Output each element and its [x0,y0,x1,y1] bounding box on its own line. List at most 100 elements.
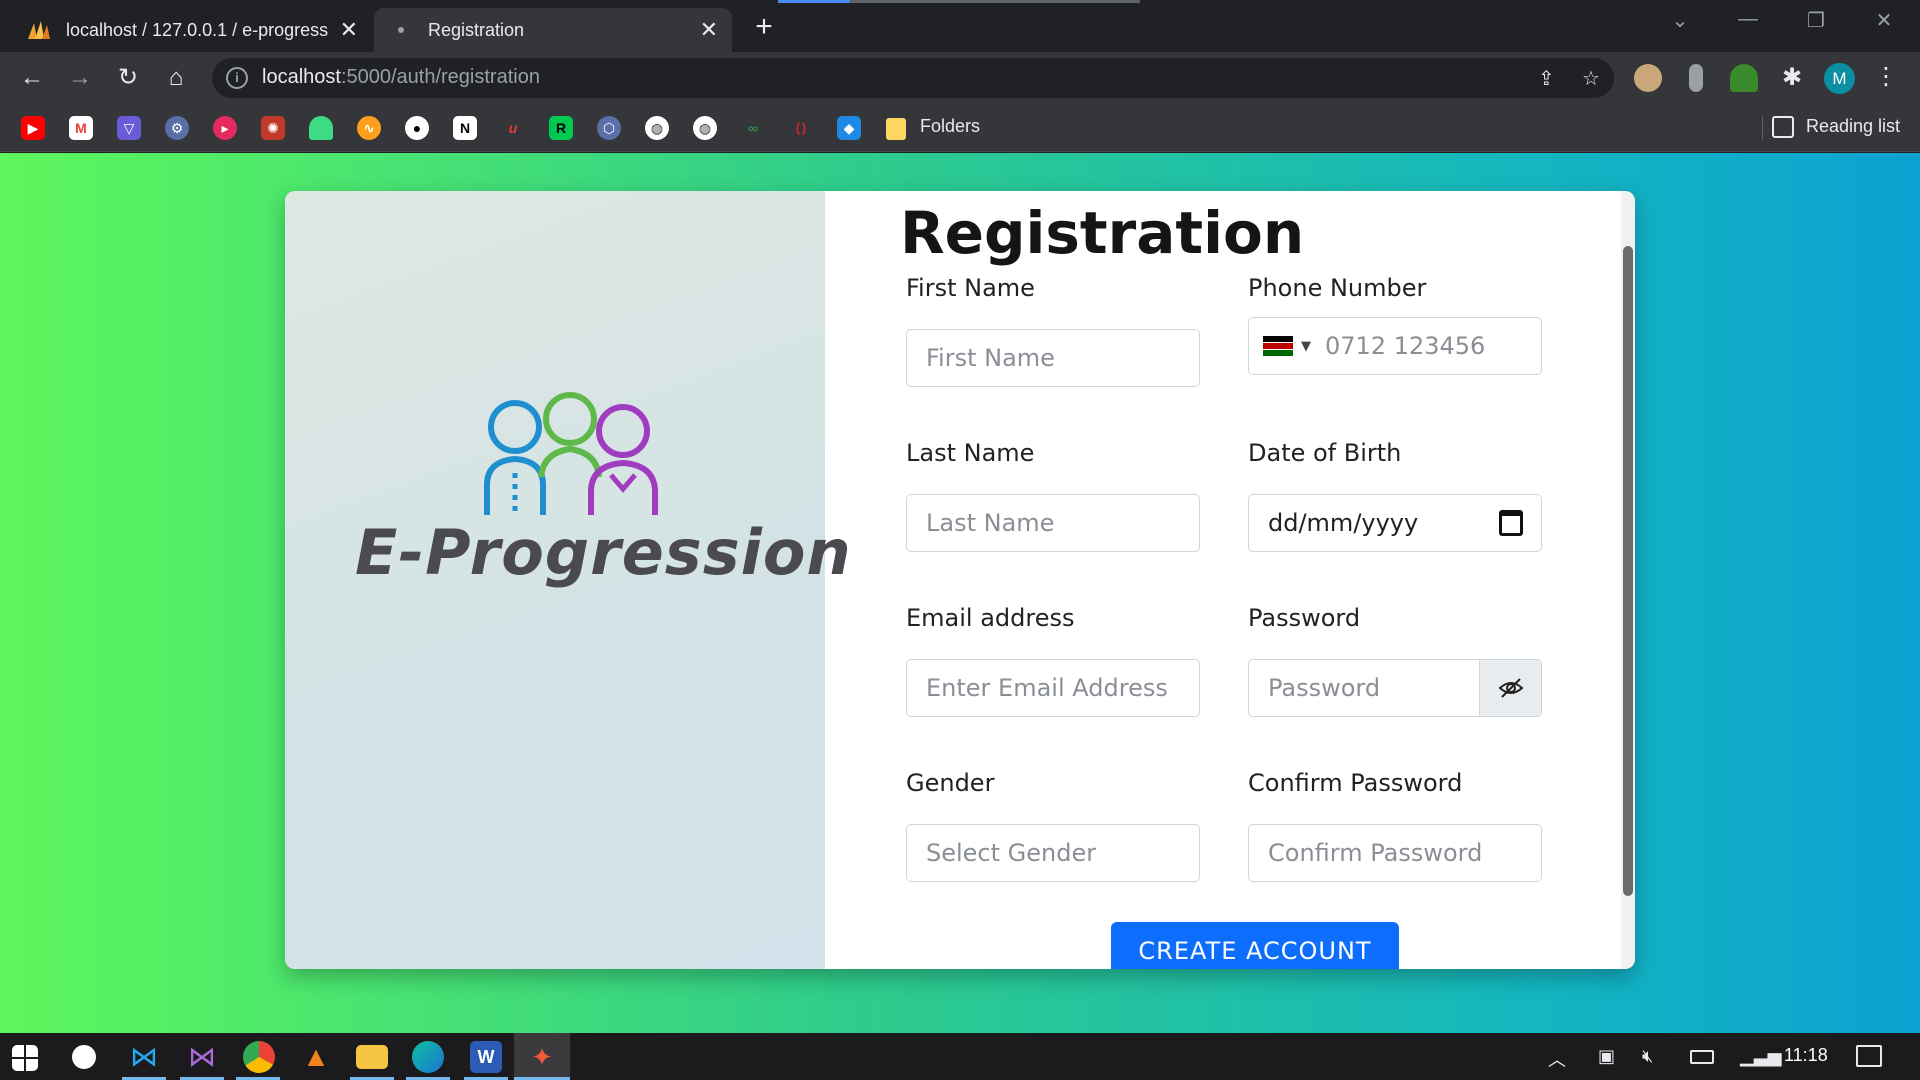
first-name-placeholder: First Name [926,344,1055,372]
confirm-password-input[interactable]: Confirm Password [1248,824,1542,882]
tab-title: localhost / 127.0.0.1 / e-progress [66,19,329,40]
geeksforgeeks-icon[interactable]: ∞ [741,116,765,140]
extension-tree-icon[interactable] [1730,64,1758,92]
email-label: Email address [906,604,1075,632]
network-signal-icon[interactable]: ▁▃▅ [1740,1046,1782,1067]
address-bar[interactable]: i localhost:5000/auth/registration ⇪ ☆ [212,58,1614,98]
play-icon[interactable]: ▸ [213,116,237,140]
bookmark-star-icon[interactable]: ☆ [1582,66,1600,91]
cube-icon[interactable]: ◆ [837,116,861,140]
url-host: localhost [262,66,341,88]
page-background: E-Progression Registration First Name Fi… [0,153,1920,1033]
bookmarks-folder[interactable]: Folders [920,116,980,137]
notifications-icon[interactable] [1856,1045,1882,1067]
extensions-puzzle-icon[interactable]: ✱ [1778,64,1806,92]
tab-search-icon[interactable]: ⌄ [1660,8,1700,33]
dob-input[interactable]: dd/mm/yyyy [1248,494,1542,552]
tab-registration[interactable]: Registration ✕ [374,8,732,52]
globe-icon[interactable]: ◍ [693,116,717,140]
site-info-icon[interactable]: i [226,67,248,89]
proton-icon[interactable]: ▽ [117,116,141,140]
password-input[interactable]: Password [1248,659,1542,717]
close-tab-icon[interactable]: ✕ [700,17,718,43]
rk-icon[interactable]: R [549,116,573,140]
calendar-icon[interactable] [1499,510,1523,536]
share-icon[interactable]: ⇪ [1538,66,1555,91]
tab-phpmyadmin[interactable]: localhost / 127.0.0.1 / e-progress ✕ [12,8,372,52]
udemy-icon[interactable]: u [501,116,525,140]
chrome-icon[interactable] [243,1041,275,1073]
gmail-icon[interactable]: M [69,116,93,140]
extension-mouse-icon[interactable] [1689,64,1703,92]
logo-text: E-Progression [355,516,852,589]
windows-start-icon[interactable] [12,1045,38,1071]
vlc-icon[interactable]: ▲ [300,1041,332,1073]
notion-icon[interactable]: N [453,116,477,140]
github-icon[interactable]: ● [405,116,429,140]
close-tab-icon[interactable]: ✕ [340,17,358,43]
password-label: Password [1248,604,1361,632]
forward-icon[interactable]: → [64,62,96,94]
email-input[interactable]: Enter Email Address [906,659,1200,717]
last-name-label: Last Name [906,439,1035,467]
menu-kebab-icon[interactable]: ⋮ [1874,62,1898,91]
restore-button[interactable]: ❐ [1796,8,1836,33]
password-placeholder: Password [1268,674,1381,702]
monday-icon[interactable]: ∿ [357,116,381,140]
first-name-input[interactable]: First Name [906,329,1200,387]
reading-list-button[interactable]: Reading list [1806,116,1900,137]
reload-icon[interactable]: ↻ [112,62,144,94]
postman-icon[interactable]: ✦ [526,1041,558,1073]
country-dropdown-icon[interactable]: ▼ [1301,339,1311,354]
phone-placeholder: 0712 123456 [1325,332,1486,360]
phone-input[interactable]: ▼ 0712 123456 [1248,317,1542,375]
new-tab-button[interactable]: + [748,10,780,44]
visual-studio-icon[interactable]: ⋈ [186,1041,218,1073]
dob-value: dd/mm/yyyy [1268,509,1419,537]
kenya-flag-icon[interactable] [1263,336,1293,356]
reading-list-icon [1772,116,1794,138]
page-title: Registration [900,199,1305,267]
android-icon[interactable] [309,116,333,140]
scrollbar-track[interactable] [1621,191,1635,969]
settings-gear-icon[interactable]: ⚙ [165,116,189,140]
confirm-password-label: Confirm Password [1248,769,1463,797]
file-explorer-icon[interactable] [356,1045,388,1069]
tray-chevron-icon[interactable]: ︿ [1548,1046,1566,1072]
confirm-password-placeholder: Confirm Password [1268,839,1483,867]
vscode-icon[interactable]: ⋈ [128,1041,160,1073]
registration-form: Registration First Name First Name Phone… [825,191,1635,969]
close-window-button[interactable]: ✕ [1864,8,1904,33]
last-name-placeholder: Last Name [926,509,1055,537]
brand-panel: E-Progression [285,191,852,969]
people-logo-icon [484,392,658,515]
back-icon[interactable]: ← [16,62,48,94]
volume-muted-icon[interactable]: 🔇︎ [1642,1046,1653,1067]
home-icon[interactable]: ⌂ [160,62,192,94]
gender-select[interactable]: Select Gender [906,824,1200,882]
scrollbar-thumb[interactable] [1623,246,1633,896]
code-icon[interactable]: ⟨⟩ [789,116,813,140]
create-account-button[interactable]: CREATE ACCOUNT [1111,922,1399,969]
device-icon[interactable]: ▣ [1598,1046,1615,1067]
openai-icon[interactable]: ✺ [261,116,285,140]
taskbar-clock[interactable]: 11:18 [1784,1045,1828,1066]
minimize-button[interactable]: — [1728,8,1768,31]
dob-label: Date of Birth [1248,439,1402,467]
last-name-input[interactable]: Last Name [906,494,1200,552]
password-visibility-toggle[interactable] [1479,660,1541,716]
word-icon[interactable]: W [470,1041,502,1073]
phpmyadmin-icon [26,19,52,41]
hex-icon[interactable]: ⬡ [597,116,621,140]
battery-icon[interactable] [1690,1050,1714,1064]
url-text[interactable]: localhost:5000/auth/registration [262,66,540,89]
windows-taskbar: ⋈ ⋈ ▲ W ✦ ︿ ▣ 🔇︎ ▁▃▅ 11:18 [0,1033,1920,1080]
edge-icon[interactable] [412,1041,444,1073]
app-circle-icon[interactable] [72,1045,96,1069]
youtube-icon[interactable]: ▶ [21,116,45,140]
globe-icon[interactable]: ◍ [645,116,669,140]
browser-toolbar: ← → ↻ ⌂ i localhost:5000/auth/registrati… [0,52,1920,104]
gender-label: Gender [906,769,995,797]
extension-owl-icon[interactable] [1634,64,1662,92]
profile-avatar[interactable]: M [1824,63,1855,94]
